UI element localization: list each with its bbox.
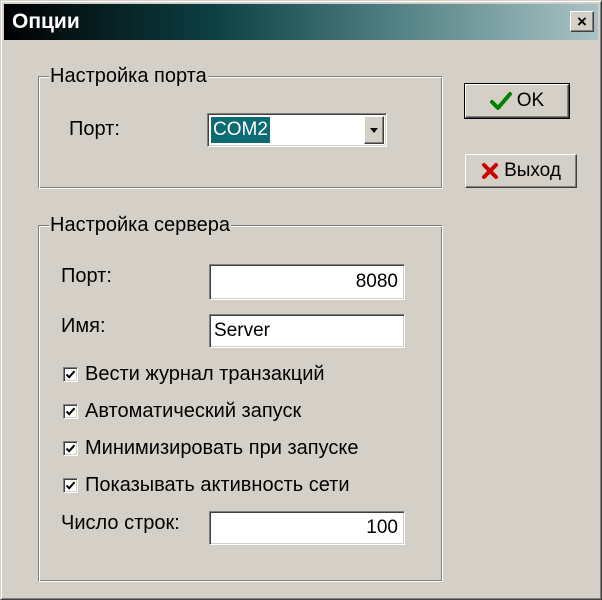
server-name-label: Имя:	[61, 315, 106, 337]
check-mark-icon	[65, 444, 76, 453]
server-port-input[interactable]: 8080	[209, 264, 405, 300]
server-name-input[interactable]: Server	[209, 314, 405, 348]
ok-button[interactable]: OK	[464, 83, 570, 119]
port-combobox[interactable]: COM2	[207, 113, 387, 147]
line-count-label: Число строк:	[61, 512, 180, 534]
port-settings-group: Настройка порта Порт: COM2	[38, 63, 443, 189]
server-port-value: 8080	[355, 271, 398, 292]
checkbox-box[interactable]	[63, 366, 78, 382]
server-settings-legend: Настройка сервера	[49, 212, 232, 238]
server-settings-group: Настройка сервера Порт: 8080 Имя: Server…	[38, 212, 443, 582]
checkbox-label: Показывать активность сети	[85, 474, 350, 496]
check-mark-icon	[65, 481, 76, 490]
port-settings-legend: Настройка порта	[49, 63, 208, 89]
check-mark-icon	[65, 370, 76, 379]
checkbox-box[interactable]	[63, 477, 78, 493]
checkbox-auto-start[interactable]: Автоматический запуск	[63, 399, 301, 423]
close-button[interactable]: ×	[570, 11, 594, 32]
port-label: Порт:	[69, 118, 120, 140]
server-name-value: Server	[214, 320, 270, 341]
checkbox-box[interactable]	[63, 440, 78, 456]
exit-button-label: Выход	[504, 160, 561, 181]
close-icon: ×	[577, 12, 587, 31]
checkbox-label: Минимизировать при запуске	[85, 437, 359, 459]
ok-button-label: OK	[516, 90, 545, 111]
exit-button[interactable]: Выход	[465, 154, 577, 188]
checkbox-transaction-log[interactable]: Вести журнал транзакций	[63, 362, 325, 386]
server-port-label: Порт:	[61, 265, 112, 287]
line-count-value: 100	[366, 517, 398, 538]
port-combobox-value: COM2	[211, 117, 270, 143]
checkbox-minimize-on-start[interactable]: Минимизировать при запуске	[63, 436, 358, 460]
line-count-input[interactable]: 100	[209, 511, 405, 545]
x-icon	[481, 162, 499, 180]
window-title: Опции	[12, 10, 80, 33]
options-dialog: Опции × Настройка порта Порт: COM2 Настр…	[0, 0, 602, 600]
chevron-down-icon	[370, 127, 378, 133]
combobox-dropdown-button[interactable]	[364, 116, 384, 144]
checkbox-show-network-activity[interactable]: Показывать активность сети	[63, 473, 350, 497]
checkbox-label: Вести журнал транзакций	[85, 363, 325, 385]
check-icon	[489, 92, 512, 110]
checkbox-label: Автоматический запуск	[85, 400, 302, 422]
title-bar[interactable]: Опции ×	[4, 4, 598, 40]
check-mark-icon	[65, 407, 76, 416]
checkbox-box[interactable]	[63, 403, 78, 419]
